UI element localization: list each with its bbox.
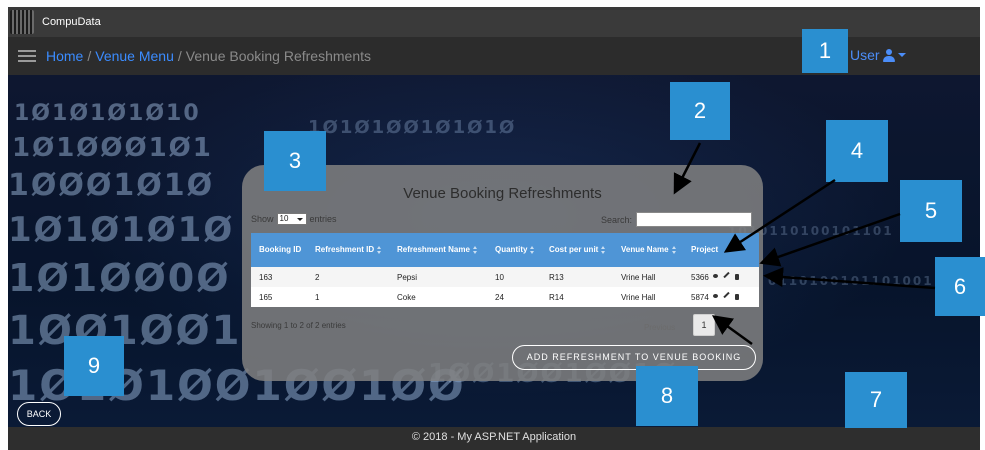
arrow-4 [723, 178, 836, 253]
arrow-5 [759, 212, 901, 267]
arrow-6 [763, 267, 936, 290]
arrow-7 [711, 315, 753, 346]
callout-arrows [673, 142, 936, 346]
arrow-2 [673, 142, 702, 195]
